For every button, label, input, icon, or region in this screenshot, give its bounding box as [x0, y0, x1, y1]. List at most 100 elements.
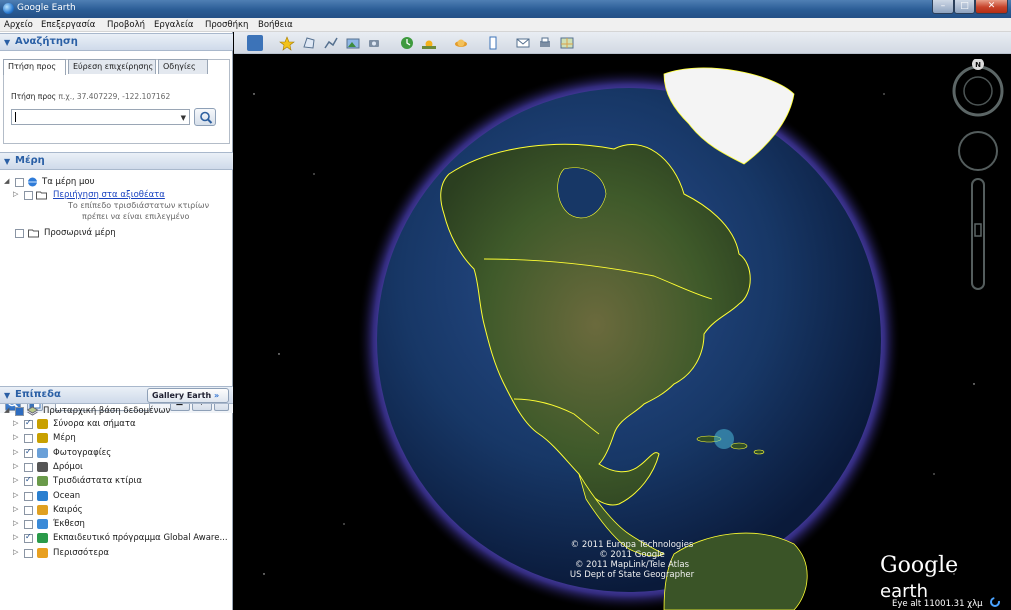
expand-arrow-icon[interactable]: ▷: [13, 462, 18, 470]
menu-tools[interactable]: Εργαλεία: [154, 20, 194, 30]
layer-item-label: Ocean: [53, 490, 81, 501]
tree-item-label: Πρωταρχική βάση δεδομένων: [43, 406, 171, 416]
tree-item-my-places[interactable]: ◢ Τα μέρη μου: [0, 176, 230, 189]
layer-item[interactable]: ▷ Ocean: [0, 490, 230, 503]
copyright-line: © 2011 Google: [599, 550, 665, 560]
sunlight-button[interactable]: [421, 35, 437, 51]
earth-3d-view[interactable]: N © 2011 Europa Technologies © 2011 Goog…: [234, 54, 1011, 610]
expand-arrow-icon[interactable]: ▷: [13, 533, 18, 541]
layers-stack-icon: [27, 406, 38, 416]
expand-arrow-icon[interactable]: ▷: [13, 519, 18, 527]
tab-directions[interactable]: Οδηγίες: [158, 59, 208, 74]
menu-add[interactable]: Προσθήκη: [205, 20, 248, 30]
fly-to-input[interactable]: ▼: [11, 109, 190, 125]
expand-arrow-icon[interactable]: ▷: [13, 448, 18, 456]
layer-checkbox[interactable]: [24, 418, 33, 429]
switch-planet-button[interactable]: [453, 35, 469, 51]
layer-item[interactable]: ▷ Φωτογραφίες: [0, 447, 230, 460]
add-path-button[interactable]: [323, 35, 339, 51]
photo-icon: [37, 447, 48, 458]
menu-help[interactable]: Βοήθεια: [258, 20, 293, 30]
look-joystick-icon[interactable]: [958, 131, 998, 171]
places-panel-header[interactable]: ▼ Μέρη: [0, 152, 233, 170]
zoom-slider-thumb[interactable]: [974, 223, 982, 237]
expand-arrow-icon[interactable]: ▷: [13, 491, 18, 499]
layer-checkbox[interactable]: [24, 505, 33, 515]
layer-checkbox[interactable]: [24, 475, 33, 487]
eye-alt-value: Eye alt 11001.31 χλμ: [892, 599, 983, 609]
google-earth-app-icon: [3, 3, 14, 14]
close-button[interactable]: ✕: [975, 0, 1008, 14]
gallery-earth-button[interactable]: Gallery Earth »: [147, 388, 229, 403]
layer-checkbox[interactable]: [24, 462, 33, 472]
zoom-slider[interactable]: [971, 178, 985, 290]
menu-view[interactable]: Προβολή: [107, 20, 145, 30]
add-polygon-button[interactable]: [301, 35, 317, 51]
expand-arrow-icon[interactable]: ▷: [13, 505, 18, 513]
layer-checkbox[interactable]: [24, 491, 33, 501]
sightseeing-link[interactable]: Περιήγηση στα αξιοθέατα: [53, 190, 165, 200]
layer-checkbox[interactable]: [24, 532, 33, 544]
expand-arrow-icon[interactable]: ◢: [4, 177, 9, 185]
email-button[interactable]: [515, 35, 531, 51]
tab-find-business[interactable]: Εύρεση επιχείρησης: [68, 59, 156, 74]
checkbox[interactable]: [24, 191, 33, 200]
expand-arrow-icon[interactable]: ▷: [13, 476, 18, 484]
sightseeing-note-line2: πρέπει να είναι επιλεγμένο: [82, 212, 190, 221]
add-placemark-button[interactable]: [279, 35, 295, 51]
layer-item[interactable]: ▷ Τρισδιάστατα κτίρια: [0, 475, 230, 488]
layer-item-label: Μέρη: [53, 433, 76, 444]
expand-arrow-icon[interactable]: ▷: [13, 433, 18, 441]
maximize-button[interactable]: □: [954, 0, 975, 14]
tab-fly-to[interactable]: Πτήση προς: [3, 59, 66, 75]
layer-item-label: Καιρός: [53, 504, 83, 515]
checkbox[interactable]: [15, 229, 24, 238]
layer-checkbox[interactable]: [24, 548, 33, 558]
copyright-line: © 2011 Europa Technologies: [570, 540, 694, 550]
gallery-icon: [37, 519, 48, 530]
ruler-button[interactable]: [485, 35, 501, 51]
layer-item-label: Δρόμοι: [53, 461, 83, 472]
layer-item-label: Έκθεση: [53, 519, 85, 530]
globe-render[interactable]: [234, 54, 1011, 610]
layer-item[interactable]: ▷ Εκπαιδευτικό πρόγραμμα Global Aware...: [0, 532, 230, 545]
compass-north-label: N: [975, 61, 981, 69]
tree-item-temporary-places[interactable]: Προσωρινά μέρη: [0, 227, 230, 240]
layer-item[interactable]: ▷ Μέρη: [0, 432, 230, 445]
checkbox[interactable]: [15, 407, 24, 416]
navigation-controls[interactable]: N: [944, 59, 1004, 299]
layers-panel-header[interactable]: ▼ Επίπεδα Gallery Earth »: [0, 386, 233, 404]
historical-imagery-button[interactable]: [399, 35, 415, 51]
tree-item-primary-database[interactable]: ◢ Πρωταρχική βάση δεδομένων: [0, 405, 230, 418]
menu-edit[interactable]: Επεξεργασία: [41, 20, 95, 30]
expand-arrow-icon[interactable]: ▷: [13, 190, 18, 198]
layer-item[interactable]: ▷ Έκθεση: [0, 518, 230, 531]
layer-checkbox[interactable]: [24, 447, 33, 458]
checkbox[interactable]: [15, 178, 24, 187]
search-button[interactable]: [194, 108, 216, 126]
logo-google-text: Google: [880, 553, 959, 578]
layer-checkbox[interactable]: [24, 520, 33, 530]
road-icon: [37, 461, 48, 472]
layer-item[interactable]: ▷ Περισσότερα: [0, 547, 230, 560]
layer-checkbox[interactable]: [24, 434, 33, 444]
expand-arrow-icon[interactable]: ▷: [13, 548, 18, 556]
layer-item[interactable]: ▷ Καιρός: [0, 504, 230, 517]
expand-arrow-icon[interactable]: ◢: [4, 406, 9, 414]
record-tour-button[interactable]: [367, 35, 383, 51]
sidebar-toggle-button[interactable]: [247, 35, 263, 51]
layer-item[interactable]: ▷ Σύνορα και σήματα: [0, 418, 230, 431]
print-button[interactable]: [537, 35, 553, 51]
folder-icon: [28, 229, 39, 238]
ocean-icon: [37, 490, 48, 501]
expand-arrow-icon[interactable]: ▷: [13, 419, 18, 427]
menu-file[interactable]: Αρχείο: [4, 20, 33, 30]
building-icon: [37, 476, 48, 487]
minimize-button[interactable]: –: [932, 0, 954, 14]
search-panel-header[interactable]: ▼ Αναζήτηση: [0, 33, 233, 51]
view-in-maps-button[interactable]: [559, 35, 575, 51]
add-image-overlay-button[interactable]: [345, 35, 361, 51]
dropdown-arrow-icon[interactable]: ▼: [181, 114, 186, 122]
layer-item[interactable]: ▷ Δρόμοι: [0, 461, 230, 474]
compass-ring-icon[interactable]: [952, 65, 1004, 117]
